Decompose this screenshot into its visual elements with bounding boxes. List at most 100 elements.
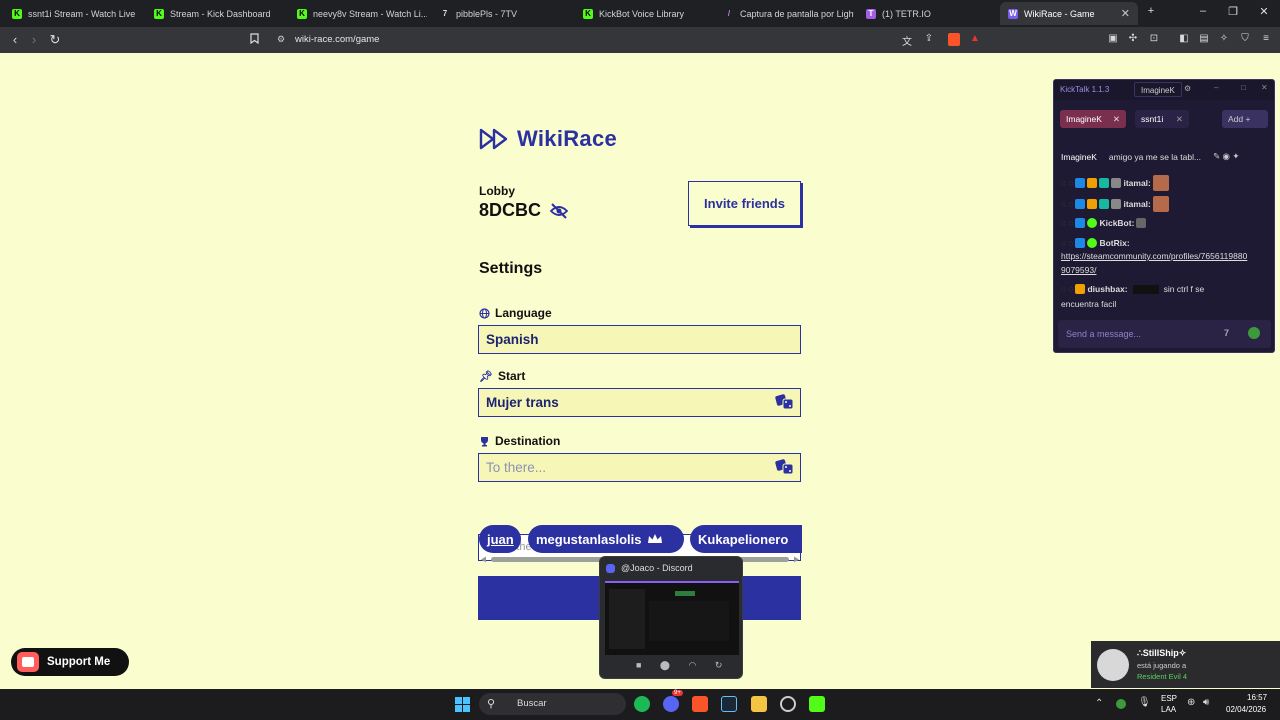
language-select[interactable]: Spanish xyxy=(478,325,801,354)
spotify-icon[interactable] xyxy=(634,696,650,712)
logo[interactable]: WikiRace xyxy=(479,126,617,152)
minimize-icon[interactable]: – xyxy=(1196,5,1210,17)
tab-wikirace-game[interactable]: W WikiRace - Game ✕ xyxy=(1000,2,1138,25)
close-window-icon[interactable]: ✕ xyxy=(1257,5,1271,18)
pin-icon[interactable]: ✎ ◉ ✦ xyxy=(1213,151,1239,162)
player-chip[interactable]: Kukapelionero xyxy=(690,525,802,553)
clock-time[interactable]: 16:57 xyxy=(1247,693,1267,702)
support-me-button[interactable]: Support Me xyxy=(11,648,129,676)
chat-message: ◌ ◌ diushbax: sin ctrl f se xyxy=(1061,284,1205,294)
clock-date[interactable]: 02/04/2026 xyxy=(1226,705,1266,714)
tray-app-icon[interactable] xyxy=(1116,699,1126,709)
eye-slash-icon[interactable] xyxy=(549,202,569,219)
url-text: wiki-race.com/game xyxy=(295,34,380,45)
globe-icon xyxy=(479,307,490,319)
kicktalk-window[interactable]: KickTalk 1.1.3 ImagineK ⚙ – □ ✕ ImagineK… xyxy=(1053,79,1275,353)
taskbar-search[interactable]: ⚲ Buscar xyxy=(479,693,626,715)
obs-icon[interactable] xyxy=(780,696,796,712)
bookmark-icon[interactable] xyxy=(247,33,261,47)
minimize-icon[interactable]: – xyxy=(1214,83,1218,92)
screenshot-icon[interactable]: ⊡ xyxy=(1147,33,1161,44)
volume-icon[interactable]: 🔊︎ xyxy=(1203,697,1209,708)
translate-icon[interactable]: 文 xyxy=(900,33,914,48)
kick-icon[interactable] xyxy=(809,696,825,712)
pin-icon: 📌︎ xyxy=(479,370,493,383)
address-bar[interactable]: ⚙ wiki-race.com/game xyxy=(268,30,991,50)
add-chat-button[interactable]: Add + xyxy=(1222,110,1268,128)
file-explorer-icon[interactable] xyxy=(751,696,767,712)
leo-ai-icon[interactable]: ✧ xyxy=(1217,33,1231,44)
player-chip[interactable]: juan xyxy=(479,525,521,553)
chat-message: ◌ ◌ BotRix: xyxy=(1061,238,1130,248)
dice-random-icon[interactable] xyxy=(775,394,794,410)
reload-icon[interactable]: ↻ xyxy=(47,32,63,48)
start-article-field[interactable]: Mujer trans xyxy=(478,388,801,417)
invite-friends-button[interactable]: Invite friends xyxy=(688,181,801,226)
lightshot-feather-icon: / xyxy=(727,9,731,18)
tetrio-icon: T xyxy=(866,8,876,19)
kicktalk-user[interactable]: ImagineK xyxy=(1134,82,1182,97)
brave-browser-icon[interactable] xyxy=(692,696,708,712)
show-hidden-icons-icon[interactable]: ⌃ xyxy=(1095,698,1103,709)
share-icon[interactable]: ⇪ xyxy=(922,33,936,44)
7tv-emote-icon[interactable]: 7 xyxy=(1224,328,1229,338)
vpn-icon[interactable]: ⛉ xyxy=(1238,33,1252,44)
wallet-icon[interactable]: ▤ xyxy=(1197,33,1211,44)
notification-game: Resident Evil 4 xyxy=(1137,672,1188,681)
back-icon[interactable]: ‹ xyxy=(7,32,23,47)
maximize-icon[interactable]: ❐ xyxy=(1226,5,1240,18)
close-tab-icon[interactable]: ✕ xyxy=(1121,7,1130,20)
discord-icon[interactable]: 9+ xyxy=(663,690,683,712)
emote-picker-icon[interactable] xyxy=(1248,327,1260,339)
steam-icon[interactable] xyxy=(721,696,737,712)
chat-tab-imaginek[interactable]: ImagineK ✕ xyxy=(1060,110,1126,128)
tab-kick-dashboard[interactable]: K Stream - Kick Dashboard xyxy=(146,2,284,25)
avatar xyxy=(1097,649,1129,681)
forward-icon[interactable]: › xyxy=(26,32,42,47)
discord-activity-notification[interactable]: ∴StillShip✧ está jugando a Resident Evil… xyxy=(1091,641,1280,688)
menu-icon[interactable]: ≡ xyxy=(1259,33,1273,44)
new-tab-icon[interactable]: + xyxy=(1144,5,1158,17)
destination-field[interactable]: To there... xyxy=(478,453,801,482)
close-chat-icon[interactable]: ✕ xyxy=(1176,114,1183,125)
preview-thumbnail[interactable] xyxy=(605,581,739,655)
keyboard-layout[interactable]: LAA xyxy=(1161,705,1176,714)
lobby-code: 8DCBC xyxy=(479,200,569,221)
maximize-icon[interactable]: □ xyxy=(1241,83,1246,92)
microphone-icon[interactable]: 🎙︎ xyxy=(1138,697,1151,708)
puzzle-icon[interactable]: ✣ xyxy=(1126,33,1140,44)
trophy-icon xyxy=(481,436,488,446)
extension-icon[interactable]: ▣ xyxy=(1106,33,1120,44)
brave-rewards-icon[interactable]: ▲ xyxy=(968,33,982,44)
discord-taskbar-preview[interactable]: @Joaco - Discord ■ ⬤ ◠ ↻ xyxy=(599,556,743,679)
chat-link[interactable]: https://steamcommunity.com/profiles/7656… xyxy=(1061,251,1247,261)
preview-title: @Joaco - Discord xyxy=(621,563,693,573)
chat-tab-ssnt1i[interactable]: ssnt1i ✕ xyxy=(1135,110,1189,128)
crown-icon xyxy=(648,534,663,543)
tab-ssnt1i-stream[interactable]: Kssnt1i Stream - Watch Live xyxy=(4,2,142,25)
player-chip[interactable]: megustanlaslolis xyxy=(528,525,684,553)
sidebar-icon[interactable]: ◧ xyxy=(1177,33,1191,44)
settings-gear-icon[interactable]: ⚙ xyxy=(1184,84,1191,93)
close-chat-icon[interactable]: ✕ xyxy=(1113,114,1120,125)
tab-lightshot[interactable]: /Captura de pantalla por Lightshot xyxy=(716,2,854,25)
site-settings-icon[interactable]: ⚙ xyxy=(277,34,285,45)
preview-call-controls[interactable]: ■ ⬤ ◠ ↻ xyxy=(636,660,730,671)
brave-shields-icon[interactable] xyxy=(947,33,961,49)
dice-random-icon[interactable] xyxy=(775,459,794,475)
language-indicator[interactable]: ESP xyxy=(1161,694,1177,703)
tab-tetrio[interactable]: T (1) TETR.IO xyxy=(858,2,996,25)
close-icon[interactable]: ✕ xyxy=(1261,83,1268,92)
kofi-cup-icon xyxy=(17,652,39,672)
kick-icon: K xyxy=(154,8,164,19)
chat-message-input[interactable]: Send a message... 7 xyxy=(1058,320,1271,348)
windows-start-icon[interactable] xyxy=(455,697,470,712)
chat-link[interactable]: 9079593/ xyxy=(1061,265,1096,275)
tab-kickbot-voice-library[interactable]: K KickBot Voice Library xyxy=(575,2,713,25)
kick-icon: K xyxy=(583,8,593,19)
chat-message: ◌ ◌ itamal: xyxy=(1061,196,1169,212)
browser-tab-strip: Kssnt1i Stream - Watch Live K Stream - Ki… xyxy=(0,0,1280,27)
network-icon[interactable]: ⊕ xyxy=(1187,697,1195,708)
tab-7tv[interactable]: 7 pibblePls - 7TV xyxy=(432,2,570,25)
tab-neevy8v-stream[interactable]: Kneevy8v Stream - Watch Li... xyxy=(289,2,427,25)
